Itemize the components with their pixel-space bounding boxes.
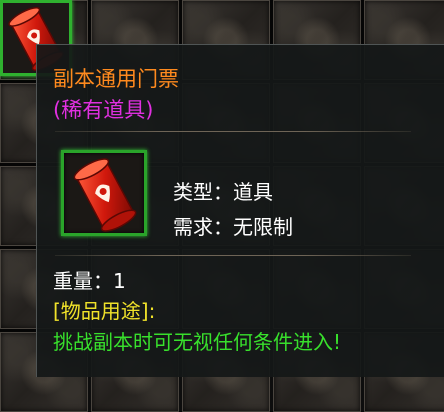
item-usage-description: 挑战副本时可无视任何条件进入! (53, 330, 342, 354)
item-icon-frame (61, 150, 147, 236)
tooltip-divider (55, 255, 411, 256)
item-requirement-value: 无限制 (233, 215, 293, 239)
item-requirement-row: 需求：无限制 (173, 211, 293, 240)
item-requirement-label: 需求： (173, 215, 233, 239)
item-name: 副本通用门票 (53, 67, 179, 91)
item-type-value: 道具 (233, 180, 273, 204)
red-scroll-ticket-icon (73, 158, 137, 232)
item-tooltip: 副本通用门票 (稀有道具) 类型：道具 需求：无限制 重量：1 [物品用途]: … (36, 44, 444, 377)
item-type-row: 类型：道具 (173, 176, 273, 205)
item-usage-title: [物品用途]: (53, 299, 156, 323)
item-weight-label: 重量： (53, 269, 113, 293)
tooltip-divider (55, 131, 411, 132)
item-rarity: (稀有道具) (53, 98, 154, 122)
item-weight-value: 1 (113, 269, 126, 293)
item-weight-row: 重量：1 (53, 265, 126, 294)
item-type-label: 类型： (173, 180, 233, 204)
